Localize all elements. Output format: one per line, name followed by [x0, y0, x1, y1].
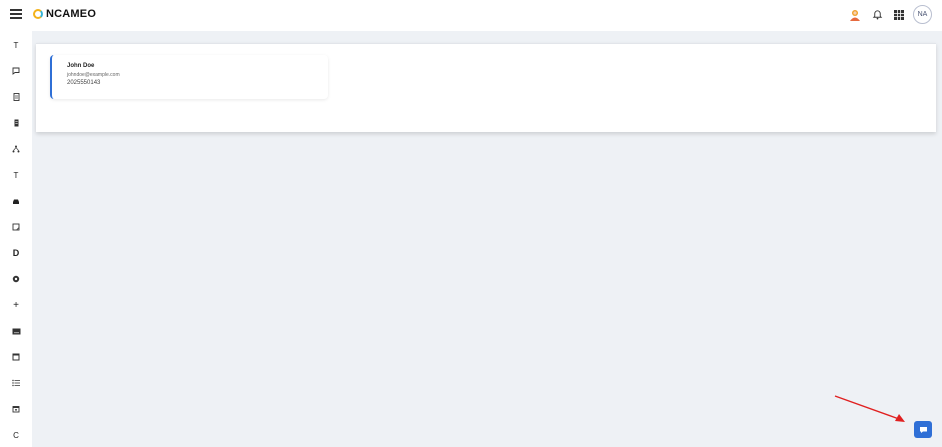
top-bar: NCAMEO NA	[0, 0, 942, 31]
plus-icon: +	[13, 299, 19, 311]
contact-name: John Doe	[67, 63, 95, 69]
sidebar-item-t[interactable]: T	[6, 37, 26, 53]
sidebar-item-text[interactable]: T	[6, 167, 26, 183]
sidebar-item-document[interactable]	[6, 89, 26, 105]
sidebar-item-c[interactable]: C	[6, 427, 26, 443]
chat-widget-button[interactable]	[914, 421, 932, 438]
keyboard-icon	[12, 328, 20, 334]
profile-illustration-icon[interactable]	[847, 7, 863, 23]
sidebar-item-window[interactable]	[6, 349, 26, 365]
sidebar-item-add[interactable]: +	[6, 297, 26, 313]
sidebar-item-globe[interactable]	[6, 271, 26, 287]
contact-card[interactable]: John Doe johndoe@example.com 2025550143	[50, 55, 328, 99]
header-actions: NA	[841, 5, 932, 24]
t-letter-icon: T	[13, 40, 19, 50]
calendar-icon	[12, 406, 20, 413]
sidebar-item-list[interactable]	[6, 375, 26, 391]
user-avatar[interactable]: NA	[913, 5, 932, 24]
annotation-arrow-icon	[834, 395, 905, 422]
sidebar-item-calendar[interactable]	[6, 401, 26, 417]
bell-icon[interactable]	[869, 7, 885, 23]
grid-icon[interactable]	[891, 7, 907, 23]
sidebar-item-d[interactable]: D	[6, 245, 26, 261]
list-icon	[11, 379, 20, 387]
logo[interactable]: NCAMEO	[33, 8, 96, 20]
contact-phone: 2025550143	[67, 80, 101, 86]
chat-bubble-icon	[12, 67, 20, 75]
contact-email: johndoe@example.com	[67, 72, 120, 78]
text-icon: T	[13, 170, 19, 180]
logo-mark-icon	[33, 9, 43, 19]
main-content: John Doe johndoe@example.com 2025550143	[32, 31, 942, 447]
c-letter-icon: C	[13, 430, 19, 440]
sidebar-item-car[interactable]	[6, 193, 26, 209]
globe-icon	[12, 275, 20, 283]
window-icon	[12, 353, 20, 361]
car-icon	[13, 199, 19, 204]
note-icon	[12, 223, 20, 231]
sidebar-item-network[interactable]	[6, 141, 26, 157]
document-icon	[13, 93, 19, 101]
network-icon	[12, 145, 20, 153]
file-stack-icon	[14, 119, 18, 127]
sidebar-item-files[interactable]	[6, 115, 26, 131]
chat-icon	[919, 426, 927, 433]
sidebar-item-keyboard[interactable]	[6, 323, 26, 339]
d-letter-icon: D	[12, 248, 20, 258]
sidebar-item-note[interactable]	[6, 219, 26, 235]
menu-icon[interactable]	[10, 9, 22, 21]
sidebar: T T D + C	[0, 31, 32, 447]
contacts-panel: John Doe johndoe@example.com 2025550143	[36, 43, 936, 132]
brand-name: NCAMEO	[46, 8, 97, 20]
sidebar-item-chat[interactable]	[6, 63, 26, 79]
